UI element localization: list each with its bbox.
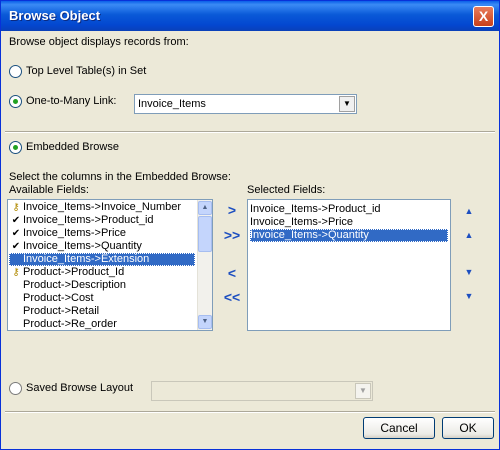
available-field-item[interactable]: Product->Retail — [9, 305, 195, 318]
cancel-button[interactable]: Cancel — [363, 417, 435, 439]
top-level-radio[interactable] — [9, 65, 22, 78]
available-field-item[interactable]: ⚷ Product->Product_Id — [9, 266, 195, 279]
available-field-text: Product->Retail — [23, 305, 100, 317]
arrow-up-icon: ▲ — [464, 230, 474, 240]
selected-field-item[interactable]: Invoice_Items->Quantity — [250, 229, 448, 242]
selected-field-item[interactable]: Invoice_Items->Product_id — [250, 203, 448, 216]
chevron-down-icon[interactable]: ▼ — [355, 383, 371, 399]
selected-fields-label: Selected Fields: — [247, 184, 326, 196]
select-columns-text: Select the columns in the Embedded Brows… — [9, 171, 231, 183]
move-up-button[interactable]: ▲ — [461, 227, 477, 243]
available-field-text: Product->Description — [23, 279, 127, 291]
blank-icon — [9, 318, 23, 330]
saved-layout-combo[interactable]: ▼ — [151, 381, 373, 401]
move-to-bottom-button[interactable]: ▼ — [461, 288, 477, 304]
available-field-item[interactable]: ✔ Invoice_Items->Product_id — [9, 214, 195, 227]
close-button[interactable]: X — [473, 6, 494, 27]
saved-layout-label[interactable]: Saved Browse Layout — [26, 382, 133, 394]
available-field-item[interactable]: ⚷ Invoice_Items->Invoice_Number — [9, 201, 195, 214]
selected-fields-list[interactable]: Invoice_Items->Product_id Invoice_Items->… — [247, 199, 451, 331]
key-icon: ⚷ — [12, 267, 20, 278]
top-level-label[interactable]: Top Level Table(s) in Set — [26, 65, 146, 77]
blank-icon — [9, 305, 23, 318]
available-field-item[interactable]: Product->Re_order — [9, 318, 195, 330]
available-scrollbar[interactable]: ▲ ▼ — [197, 200, 212, 330]
key-icon: ⚷ — [12, 202, 20, 213]
available-fields-label: Available Fields: — [9, 184, 89, 196]
add-field-button[interactable]: > — [223, 202, 241, 220]
available-fields-list[interactable]: Product->Re_order Product->Retail Product-… — [7, 199, 213, 331]
separator — [5, 131, 495, 133]
check-icon: ✔ — [11, 215, 21, 226]
available-field-text: Invoice_Items->Product_id — [23, 214, 154, 226]
scroll-up-button[interactable]: ▲ — [198, 201, 212, 215]
chevron-down-icon[interactable]: ▼ — [339, 96, 355, 112]
available-field-item[interactable]: Invoice_Items->Extension — [9, 253, 195, 266]
embedded-browse-label[interactable]: Embedded Browse — [26, 141, 119, 153]
embedded-browse-radio[interactable] — [9, 141, 22, 154]
one-to-many-label[interactable]: One-to-Many Link: — [26, 95, 116, 107]
blank-icon — [9, 279, 23, 292]
remove-all-fields-button[interactable]: << — [223, 289, 241, 307]
available-field-text: Invoice_Items->Invoice_Number — [23, 201, 182, 213]
available-field-text: Product->Cost — [23, 292, 94, 304]
available-field-text: Product->Re_order — [23, 318, 117, 330]
check-icon: ✔ — [11, 241, 21, 252]
remove-field-button[interactable]: < — [223, 265, 241, 283]
available-field-item[interactable]: Product->Description — [9, 279, 195, 292]
available-field-text: Invoice_Items->Quantity — [23, 240, 142, 252]
available-field-item[interactable]: Product->Cost — [9, 292, 195, 305]
separator — [5, 411, 495, 413]
move-to-top-button[interactable]: ▲ — [461, 203, 477, 219]
blank-icon — [9, 292, 23, 305]
one-to-many-combo[interactable]: Invoice_Items ▼ — [134, 94, 357, 114]
ok-button[interactable]: OK — [442, 417, 494, 439]
saved-layout-radio[interactable] — [9, 382, 22, 395]
scroll-thumb[interactable] — [198, 216, 212, 252]
move-to-bottom-icon: ▼ — [464, 291, 474, 301]
arrow-down-icon: ▼ — [464, 267, 474, 277]
blank-icon — [9, 253, 23, 266]
check-icon: ✔ — [11, 228, 21, 239]
scroll-down-button[interactable]: ▼ — [198, 315, 212, 329]
move-down-button[interactable]: ▼ — [461, 264, 477, 280]
available-field-text: Invoice_Items->Price — [23, 227, 127, 239]
available-field-text: Invoice_Items->Extension — [23, 253, 150, 265]
add-all-fields-button[interactable]: >> — [223, 227, 241, 245]
one-to-many-value: Invoice_Items — [138, 98, 206, 110]
available-field-text: Product->Product_Id — [23, 266, 125, 278]
window-title: Browse Object — [9, 8, 101, 23]
move-to-top-icon: ▲ — [464, 206, 474, 216]
browse-object-dialog: Browse Object X Browse object displays r… — [0, 0, 500, 450]
selected-field-item[interactable]: Invoice_Items->Price — [250, 216, 448, 229]
available-field-item[interactable]: ✔ Invoice_Items->Price — [9, 227, 195, 240]
one-to-many-radio[interactable] — [9, 95, 22, 108]
available-field-item[interactable]: ✔ Invoice_Items->Quantity — [9, 240, 195, 253]
title-bar: Browse Object X — [1, 1, 499, 31]
intro-text: Browse object displays records from: — [9, 36, 189, 48]
